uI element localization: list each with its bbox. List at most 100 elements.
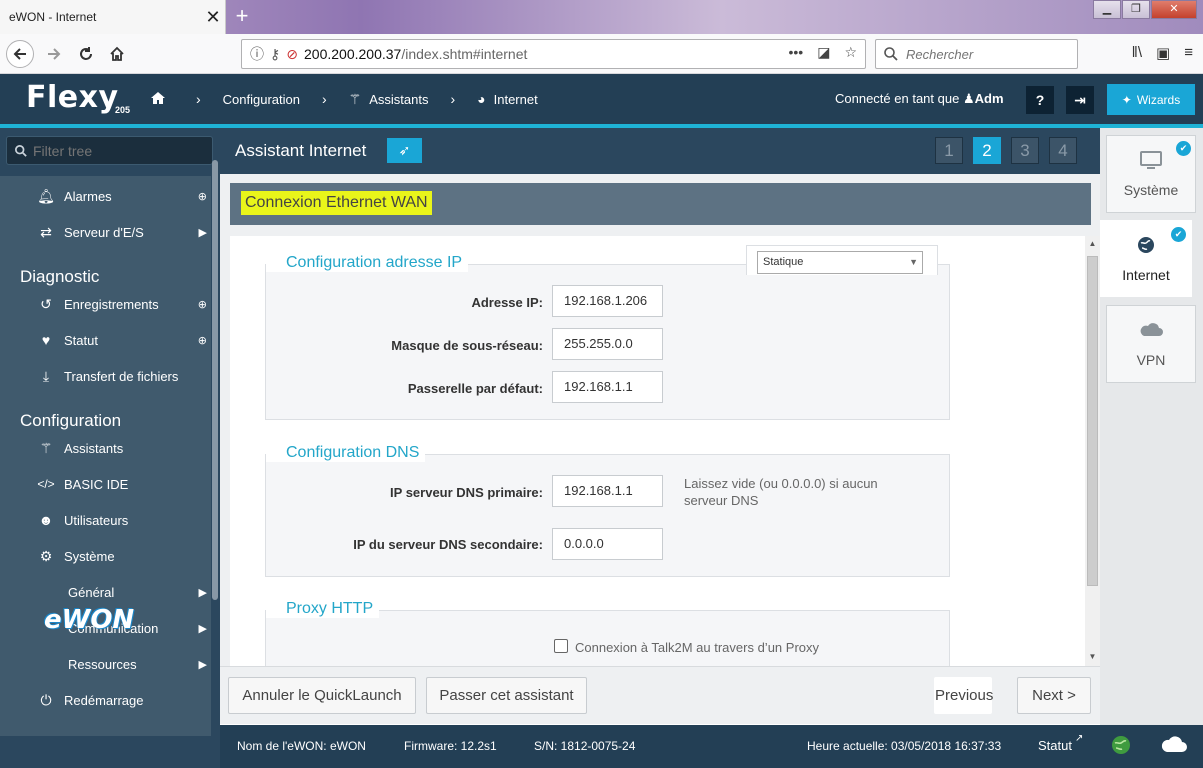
dns-secondary-label: IP du serveur DNS secondaire:: [353, 537, 543, 552]
quicklaunch-button[interactable]: ➶: [387, 138, 422, 163]
sidebar-item-ressources[interactable]: Ressources ▶: [0, 646, 211, 682]
sidebar-item-statut[interactable]: ♥ Statut ⊕: [0, 322, 211, 358]
sidebar-item-redemarrage[interactable]: ⏻ Redémarrage: [0, 682, 211, 718]
forward-button[interactable]: [40, 40, 68, 68]
reload-button[interactable]: [72, 40, 100, 68]
step-4[interactable]: 4: [1049, 137, 1077, 164]
home-icon[interactable]: [150, 91, 166, 108]
sidebar-item-label: Général: [68, 584, 115, 600]
breadcrumb-configuration[interactable]: Configuration: [223, 92, 300, 107]
expand-plus-icon[interactable]: ⊕: [198, 298, 207, 311]
scroll-down-arrow-icon[interactable]: ▼: [1085, 652, 1100, 661]
expand-plus-icon[interactable]: ⊕: [198, 334, 207, 347]
browser-tab[interactable]: eWON - Internet ✕: [0, 0, 226, 34]
logout-button[interactable]: ⇥: [1066, 86, 1094, 114]
status-label: Statut: [1038, 738, 1072, 753]
tab-title: eWON - Internet: [9, 10, 97, 24]
next-button[interactable]: Next >: [1017, 677, 1091, 714]
sidebar-item-serveur-es[interactable]: ⇄ Serveur d'E/S ▶: [0, 214, 211, 250]
page-actions-icon[interactable]: •••: [788, 44, 803, 61]
help-button[interactable]: ?: [1026, 86, 1054, 114]
sidebar-scroll-thumb[interactable]: [212, 160, 218, 600]
sidebar-item-label: BASIC IDE: [64, 476, 129, 492]
step-card-vpn[interactable]: VPN: [1106, 305, 1196, 383]
new-tab-button[interactable]: +: [229, 3, 255, 29]
flexy-model: 205: [115, 105, 131, 115]
breadcrumb-internet[interactable]: Internet: [494, 92, 538, 107]
dns-secondary-input[interactable]: 0.0.0.0: [552, 528, 663, 560]
search-input[interactable]: [906, 46, 1066, 62]
sidebar-item-utilisateurs[interactable]: ☻ Utilisateurs: [0, 502, 211, 538]
cloud-icon: [1107, 320, 1195, 344]
window-close-button[interactable]: ✕: [1151, 0, 1197, 19]
proxy-checkbox[interactable]: [554, 639, 568, 653]
previous-button[interactable]: Previous: [934, 677, 993, 714]
expand-plus-icon[interactable]: ⊕: [198, 190, 207, 203]
sidebar-item-label: Enregistrements: [64, 296, 159, 312]
dns-primary-input[interactable]: 192.168.1.1: [552, 475, 663, 507]
sidebar-item-label: Alarmes: [64, 188, 112, 204]
pocket-icon[interactable]: ◪: [817, 44, 830, 61]
browser-tab-strip: eWON - Internet ✕ + ▁ ❐ ✕: [0, 0, 1203, 34]
filter-tree[interactable]: [6, 136, 213, 165]
proxy-checkbox-label[interactable]: Connexion à Talk2M au travers d’un Proxy: [575, 639, 819, 656]
caret-right-icon: ▶: [198, 586, 207, 599]
url-bar[interactable]: ⓘ ⚷ ⊘ 200.200.200.37 /index.shtm#interne…: [241, 39, 866, 69]
step-3[interactable]: 3: [1011, 137, 1039, 164]
breadcrumb-assistants[interactable]: Assistants: [369, 92, 428, 107]
cancel-quicklaunch-button[interactable]: Annuler le QuickLaunch: [228, 677, 416, 714]
sidebar-item-basic-ide[interactable]: </> BASIC IDE: [0, 466, 211, 502]
menu-icon[interactable]: ≡: [1184, 44, 1193, 62]
sidebar-item-systeme[interactable]: ⚙ Système: [0, 538, 211, 574]
ip-address-input[interactable]: 192.168.1.206: [552, 285, 663, 317]
tab-close-icon[interactable]: ✕: [201, 7, 225, 28]
form-scrollbar[interactable]: ▲ ▼: [1085, 236, 1100, 666]
info-icon[interactable]: ⓘ: [250, 44, 264, 64]
form-scroll-thumb[interactable]: [1087, 256, 1098, 586]
search-icon: [15, 144, 27, 157]
step-2[interactable]: 2: [973, 137, 1001, 164]
filter-tree-input[interactable]: [33, 142, 203, 159]
search-bar[interactable]: [875, 39, 1078, 69]
sidebar-item-label: Statut: [64, 332, 98, 348]
heartbeat-icon: ♥: [41, 332, 51, 348]
sidebar-item-alarmes[interactable]: 🔔︎ Alarmes ⊕: [0, 178, 211, 214]
step-1[interactable]: 1: [935, 137, 963, 164]
check-circle-icon: ✔: [1171, 227, 1186, 242]
library-icon[interactable]: ‖\: [1132, 44, 1142, 62]
sidebar-item-enregistrements[interactable]: ↺ Enregistrements ⊕: [0, 286, 211, 322]
bookmark-star-icon[interactable]: ☆: [844, 44, 857, 61]
step-card-label: VPN: [1136, 352, 1166, 368]
sidebar-item-label: Transfert de fichiers: [64, 368, 179, 384]
status-firmware: Firmware: 12.2s1: [404, 739, 497, 753]
home-button[interactable]: [103, 40, 131, 68]
gateway-input[interactable]: 192.168.1.1: [552, 371, 663, 403]
status-button[interactable]: Statut ↗: [1030, 725, 1100, 768]
user-icon: ♟: [962, 91, 975, 106]
sidebar-toggle-icon[interactable]: ▣: [1156, 44, 1170, 62]
sidebar: 🔔︎ Alarmes ⊕ ⇄ Serveur d'E/S ▶ Diagnosti…: [0, 128, 220, 768]
sidebar-item-assistants[interactable]: ⚚ Assistants: [0, 430, 211, 466]
minimize-button[interactable]: ▁: [1093, 0, 1121, 19]
globe-icon: ◕: [477, 91, 486, 107]
caret-right-icon: ▶: [198, 226, 207, 239]
scroll-up-arrow-icon[interactable]: ▲: [1085, 239, 1100, 248]
wizards-label: Wizards: [1136, 92, 1181, 107]
back-button[interactable]: [6, 40, 34, 68]
bell-icon: 🔔︎: [37, 187, 55, 204]
sidebar-item-transfert[interactable]: ⤓ Transfert de fichiers: [0, 358, 211, 394]
ip-mode-select[interactable]: Statique ▼: [757, 251, 923, 274]
ewon-logo: eWON: [44, 605, 135, 635]
check-circle-icon: ✔: [1176, 141, 1191, 156]
dns-help-text: Laissez vide (ou 0.0.0.0) si aucun serve…: [684, 475, 878, 509]
url-host: 200.200.200.37: [304, 46, 402, 62]
ip-address-label: Adresse IP:: [471, 295, 543, 310]
restore-button[interactable]: ❐: [1122, 0, 1150, 19]
step-card-label: Internet: [1122, 267, 1170, 283]
insecure-lock-icon: ⊘: [286, 45, 298, 62]
skip-wizard-button[interactable]: Passer cet assistant: [426, 677, 587, 714]
sidebar-tree: 🔔︎ Alarmes ⊕ ⇄ Serveur d'E/S ▶ Diagnosti…: [0, 176, 211, 736]
caret-right-icon: ▶: [198, 658, 207, 671]
subnet-mask-input[interactable]: 255.255.0.0: [552, 328, 663, 360]
wizards-button[interactable]: ✦ Wizards: [1107, 84, 1195, 115]
